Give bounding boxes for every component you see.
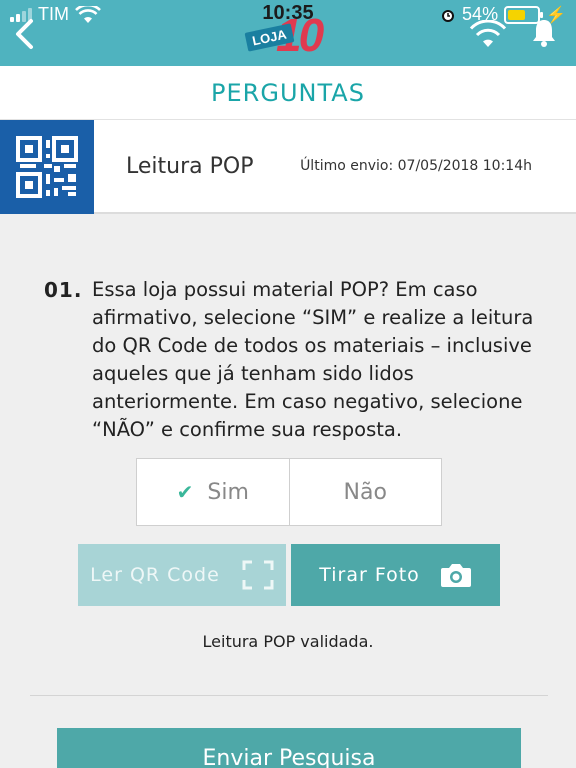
bell-icon[interactable] xyxy=(530,18,558,48)
scan-frame-icon xyxy=(242,560,274,590)
alarm-icon xyxy=(442,9,455,22)
take-photo-label: Tirar Foto xyxy=(319,564,420,586)
page-title-bar: PERGUNTAS xyxy=(0,66,576,120)
no-option-label: Não xyxy=(343,479,387,505)
camera-icon xyxy=(440,564,471,587)
app-logo: 10 LOJA xyxy=(244,9,332,62)
read-qr-code-button[interactable]: Ler QR Code xyxy=(78,544,286,606)
chevron-left-icon xyxy=(16,19,33,49)
read-qr-code-label: Ler QR Code xyxy=(90,564,220,586)
question-text: Essa loja possui material POP? Em caso a… xyxy=(92,278,534,441)
no-option[interactable]: Não xyxy=(288,459,442,525)
yes-option[interactable]: ✔ Sim xyxy=(137,459,289,525)
submit-survey-label: Enviar Pesquisa xyxy=(202,746,376,768)
check-icon: ✔ xyxy=(176,480,194,504)
submit-survey-button[interactable]: Enviar Pesquisa xyxy=(57,728,521,768)
last-sent-date: Último envio: 07/05/2018 10:14h xyxy=(300,158,532,174)
answer-toggle: ✔ Sim Não xyxy=(136,458,442,526)
back-button[interactable] xyxy=(6,14,42,54)
qr-code-icon xyxy=(0,120,94,214)
validation-message: Leitura POP validada. xyxy=(202,632,374,651)
page-title: PERGUNTAS xyxy=(211,78,365,107)
question-number: 01. xyxy=(44,278,83,302)
yes-option-label: Sim xyxy=(207,479,249,505)
take-photo-button[interactable]: Tirar Foto xyxy=(291,544,500,606)
survey-item-title: Leitura POP xyxy=(126,154,254,179)
survey-item-header: Leitura POP Último envio: 07/05/2018 10:… xyxy=(0,120,576,214)
divider xyxy=(30,695,548,696)
top-bar: TIM 10:35 54% ⚡ 10 LOJA xyxy=(0,0,576,66)
connectivity-icon[interactable] xyxy=(468,20,508,50)
